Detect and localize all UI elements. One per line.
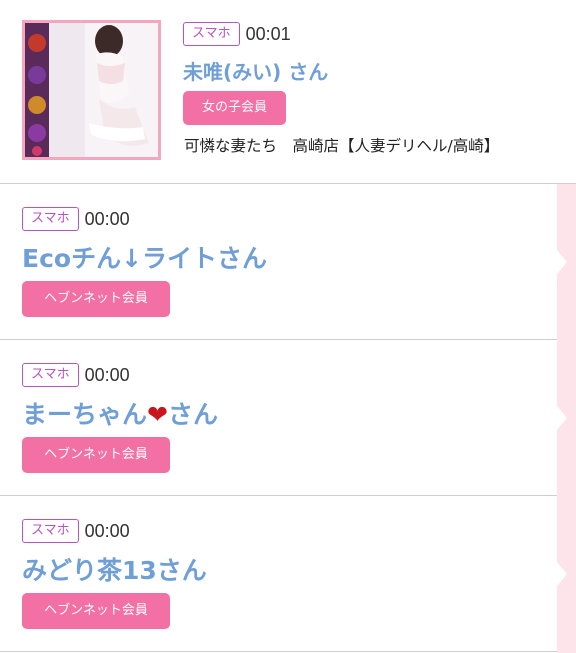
featured-visitor-row[interactable]: スマホ 00:01 未唯(みい) さん 女の子会員 可憐な妻たち 高崎店【人妻デリ… xyxy=(0,0,576,184)
device-tag: スマホ xyxy=(22,207,79,231)
device-tag: スマホ xyxy=(183,22,240,46)
visitor-name-link[interactable]: みどり茶13さん xyxy=(22,551,207,587)
device-tag: スマホ xyxy=(22,363,79,387)
visitor-name-link[interactable]: まーちゃん❤さん xyxy=(22,395,218,431)
visitor-name-suffix: さん xyxy=(167,400,218,429)
visit-time: 00:00 xyxy=(84,208,130,229)
visitor-meta: スマホ 00:00 xyxy=(22,363,130,387)
visitor-row[interactable]: スマホ 00:00 まーちゃん❤さん ヘブンネット会員 xyxy=(0,340,557,496)
visitor-row[interactable]: スマホ 00:00 みどり茶13さん ヘブンネット会員 xyxy=(0,496,557,652)
visitor-list: スマホ 00:01 未唯(みい) さん 女の子会員 可憐な妻たち 高崎店【人妻デリ… xyxy=(0,0,576,653)
visit-time: 00:01 xyxy=(245,23,291,44)
visitor-meta: スマホ 00:00 xyxy=(22,207,130,231)
device-tag: スマホ xyxy=(22,519,79,543)
strip-notch xyxy=(557,406,567,430)
visitor-name-link[interactable]: 未唯(みい) さん xyxy=(183,56,328,85)
profile-photo xyxy=(25,23,158,157)
profile-thumbnail[interactable] xyxy=(22,20,161,160)
visit-time: 00:00 xyxy=(84,364,130,385)
member-type-badge[interactable]: 女の子会員 xyxy=(183,91,286,125)
member-type-badge[interactable]: ヘブンネット会員 xyxy=(22,437,170,473)
shop-name: 可憐な妻たち 高崎店【人妻デリヘル/高崎】 xyxy=(184,137,500,155)
member-type-badge[interactable]: ヘブンネット会員 xyxy=(22,593,170,629)
visitor-name-part: まーちゃん xyxy=(22,400,148,429)
member-type-badge[interactable]: ヘブンネット会員 xyxy=(22,281,170,317)
visitor-name-link[interactable]: Ecoチん↓ライトさん xyxy=(22,239,267,275)
strip-notch xyxy=(557,562,567,586)
visit-time: 00:00 xyxy=(84,520,130,541)
featured-meta: スマホ 00:01 xyxy=(183,22,291,46)
visitor-meta: スマホ 00:00 xyxy=(22,519,130,543)
side-decoration-strip xyxy=(557,184,576,653)
heart-icon: ❤ xyxy=(147,400,168,429)
strip-notch xyxy=(557,250,567,274)
visitor-row[interactable]: スマホ 00:00 Ecoチん↓ライトさん ヘブンネット会員 xyxy=(0,184,557,340)
